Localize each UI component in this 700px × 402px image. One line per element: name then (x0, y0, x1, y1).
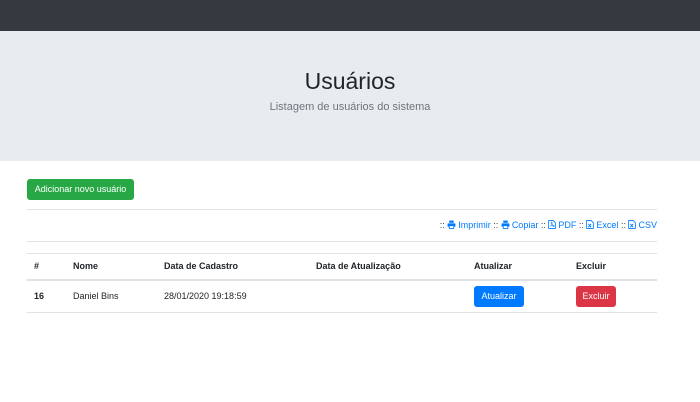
export-copy-label: Copiar (511, 220, 539, 230)
cell-cadastro: 28/01/2020 19:18:59 (157, 279, 309, 313)
cell-atualizacao (309, 279, 467, 313)
export-pdf-label: PDF (558, 220, 577, 230)
export-separator: :: (493, 220, 499, 230)
users-table-container: # Nome Data de Cadastro Data de Atualiza… (27, 253, 657, 313)
cell-nome: Daniel Bins (66, 279, 157, 313)
update-button[interactable]: Atualizar (474, 285, 524, 307)
export-excel-label: Excel (596, 220, 619, 230)
page-subtitle: Listagem de usuários do sistema (269, 101, 431, 113)
export-toolbar: :: Imprimir :: Copiar :: PDF :: Excel ::… (440, 220, 657, 230)
top-navbar (0, 0, 700, 31)
export-excel-link[interactable]: Excel (586, 220, 618, 230)
cell-atualizar: Atualizar (467, 279, 569, 313)
export-csv-label: CSV (638, 220, 657, 230)
export-separator: :: (578, 220, 584, 230)
print-icon (447, 220, 456, 229)
file-csv-icon (628, 220, 637, 229)
export-print-label: Imprimir (458, 220, 491, 230)
export-csv-link[interactable]: CSV (628, 220, 657, 230)
column-header-nome: Nome (66, 253, 157, 281)
table-header-row: # Nome Data de Cadastro Data de Atualiza… (27, 253, 657, 281)
column-header-excluir: Excluir (569, 253, 657, 281)
delete-button[interactable]: Excluir (576, 285, 616, 307)
column-header-atualizacao: Data de Atualização (309, 253, 467, 281)
export-separator: :: (540, 220, 546, 230)
table-row: 16 Daniel Bins 28/01/2020 19:18:59 Atual… (27, 279, 657, 313)
export-pdf-link[interactable]: PDF (548, 220, 576, 230)
column-header-atualizar: Atualizar (467, 253, 569, 281)
file-excel-icon (586, 220, 595, 229)
add-user-button[interactable]: Adicionar novo usuário (27, 179, 134, 200)
cell-excluir: Excluir (569, 279, 657, 313)
divider (27, 241, 657, 242)
export-print-link[interactable]: Imprimir (447, 220, 491, 230)
column-header-id: # (27, 253, 66, 281)
column-header-cadastro: Data de Cadastro (157, 253, 309, 281)
page-header: Usuários Listagem de usuários do sistema (0, 31, 700, 161)
export-separator: :: (439, 220, 445, 230)
divider (27, 209, 657, 210)
print-icon (501, 220, 510, 229)
users-table: # Nome Data de Cadastro Data de Atualiza… (27, 253, 657, 313)
page-title: Usuários (304, 68, 396, 94)
cell-id: 16 (27, 279, 66, 313)
export-separator: :: (620, 220, 626, 230)
file-pdf-icon (548, 220, 557, 229)
export-copy-link[interactable]: Copiar (501, 220, 539, 230)
